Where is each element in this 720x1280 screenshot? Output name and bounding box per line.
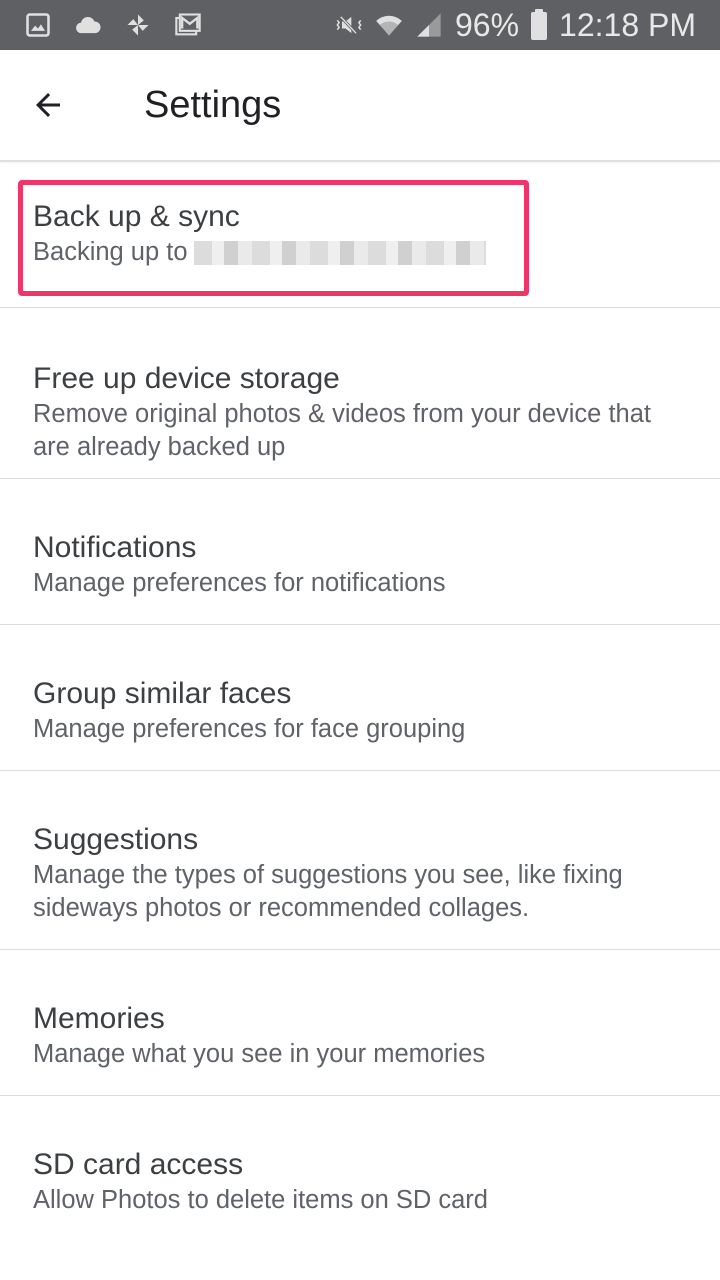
wifi-icon	[375, 11, 403, 39]
settings-item-free-up-storage[interactable]: Free up device storage Remove original p…	[0, 308, 720, 479]
item-title: Back up & sync	[33, 200, 240, 233]
settings-item-suggestions[interactable]: Suggestions Manage the types of suggesti…	[0, 771, 720, 950]
item-subtitle: Manage the types of suggestions you see,…	[33, 861, 623, 922]
item-subtitle: Backing up to	[33, 236, 687, 269]
status-bar: 96% 12:18 PM	[0, 0, 720, 50]
battery-icon	[531, 9, 548, 40]
item-title: Notifications	[33, 531, 197, 564]
settings-item-backup-sync[interactable]: Back up & sync Backing up to	[0, 164, 720, 308]
arrow-back-icon	[36, 93, 60, 117]
system-status: 96% 12:18 PM	[335, 7, 696, 44]
backup-status-text: Backing up to	[33, 238, 188, 266]
cloud-icon	[74, 11, 102, 39]
item-title: Suggestions	[33, 823, 199, 856]
blurred-account-email	[193, 241, 486, 266]
gmail-icon	[174, 11, 202, 39]
settings-item-group-similar-faces[interactable]: Group similar faces Manage preferences f…	[0, 625, 720, 771]
item-subtitle: Remove original photos & videos from you…	[33, 400, 651, 461]
app-bar: Settings	[0, 50, 720, 162]
gallery-icon	[24, 11, 52, 39]
item-subtitle: Manage what you see in your memories	[33, 1040, 486, 1068]
notification-icons	[24, 11, 202, 39]
battery-percentage: 96%	[454, 6, 520, 43]
cellular-signal-icon	[415, 11, 443, 39]
item-subtitle: Manage preferences for notifications	[33, 569, 446, 597]
item-subtitle: Allow Photos to delete items on SD card	[33, 1186, 488, 1214]
item-subtitle: Manage preferences for face grouping	[33, 715, 466, 743]
clock: 12:18 PM	[559, 6, 696, 43]
settings-item-notifications[interactable]: Notifications Manage preferences for not…	[0, 479, 720, 625]
item-title: Memories	[33, 1002, 165, 1035]
item-title: Free up device storage	[33, 362, 340, 395]
item-title: Group similar faces	[33, 677, 292, 710]
vibrate-mute-icon	[335, 11, 363, 39]
settings-item-memories[interactable]: Memories Manage what you see in your mem…	[0, 950, 720, 1096]
page-title: Settings	[144, 83, 282, 126]
settings-item-sd-card-access[interactable]: SD card access Allow Photos to delete it…	[0, 1096, 720, 1242]
settings-list: Back up & sync Backing up to Free up dev…	[0, 164, 720, 1242]
pinwheel-icon	[124, 11, 152, 39]
back-button[interactable]	[16, 73, 80, 137]
item-title: SD card access	[33, 1148, 244, 1181]
